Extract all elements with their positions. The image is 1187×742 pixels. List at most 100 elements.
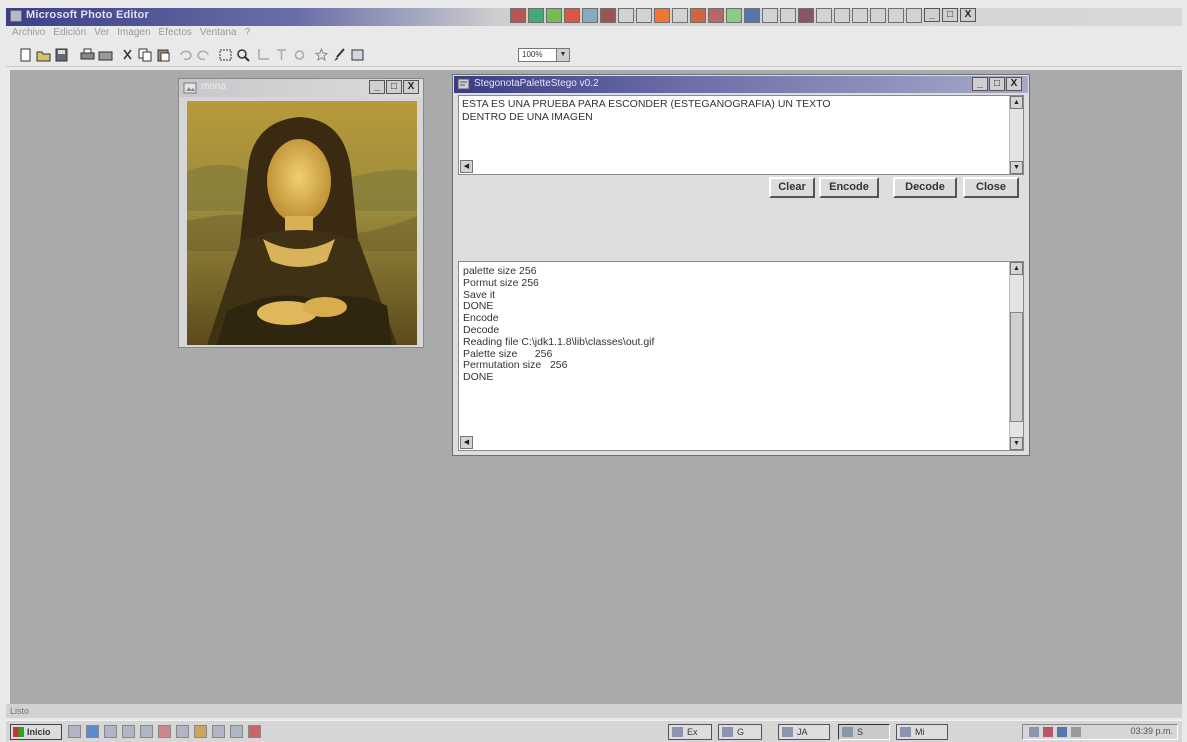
quicklaunch-icon[interactable]: [194, 725, 207, 738]
app-tool-icon[interactable]: [708, 8, 724, 23]
maximize-button[interactable]: □: [989, 77, 1005, 91]
close-button[interactable]: X: [1006, 77, 1022, 91]
minimize-button[interactable]: _: [369, 80, 385, 94]
properties-icon[interactable]: [350, 48, 365, 62]
app-tool-icon[interactable]: [654, 8, 670, 23]
app-tool-icon[interactable]: [546, 8, 562, 23]
app-tool-icon[interactable]: [906, 8, 922, 23]
scroll-up-icon[interactable]: ▲: [1010, 262, 1023, 275]
crop-icon[interactable]: [256, 48, 271, 62]
clear-button[interactable]: Clear: [769, 177, 815, 198]
quicklaunch-icon[interactable]: [140, 725, 153, 738]
taskbar-item[interactable]: Mi: [896, 724, 948, 740]
cut-icon[interactable]: [120, 48, 135, 62]
app-tool-icon[interactable]: [528, 8, 544, 23]
app-tool-icon[interactable]: [780, 8, 796, 23]
stego-window[interactable]: StegonotaPaletteStego v0.2 _ □ X ESTA ES…: [452, 74, 1030, 456]
menu-efectos[interactable]: Efectos: [159, 27, 192, 43]
scroll-up-icon[interactable]: ▲: [1010, 96, 1023, 109]
quicklaunch-icon[interactable]: [122, 725, 135, 738]
taskbar-item[interactable]: JA: [778, 724, 830, 740]
effects-icon[interactable]: [314, 48, 329, 62]
quicklaunch-icon[interactable]: [68, 725, 81, 738]
menu-ventana[interactable]: Ventana: [200, 27, 237, 43]
log-textarea[interactable]: palette size 256 Pormut size 256 Save it…: [458, 261, 1024, 451]
menu-ver[interactable]: Ver: [94, 27, 109, 43]
scroll-left-icon[interactable]: ◀: [460, 160, 473, 173]
scan-icon[interactable]: [98, 48, 113, 62]
zoom-select[interactable]: 100% ▼: [518, 48, 570, 62]
tray-icon[interactable]: [1057, 727, 1067, 737]
app-tool-icon[interactable]: [888, 8, 904, 23]
zoom-icon[interactable]: [236, 48, 251, 62]
close-app-button[interactable]: Close: [963, 177, 1019, 198]
app-tool-icon[interactable]: [870, 8, 886, 23]
volume-icon[interactable]: [1071, 727, 1081, 737]
app-tool-icon[interactable]: [564, 8, 580, 23]
tray-icon[interactable]: [1029, 727, 1039, 737]
select-icon[interactable]: [218, 48, 233, 62]
message-scrollbar[interactable]: ▲ ▼: [1009, 96, 1023, 174]
copy-icon[interactable]: [138, 48, 153, 62]
stego-window-title-bar[interactable]: StegonotaPaletteStego v0.2 _ □ X: [454, 76, 1028, 93]
text-icon[interactable]: [274, 48, 289, 62]
message-textarea[interactable]: ESTA ES UNA PRUEBA PARA ESCONDER (ESTEGA…: [458, 95, 1024, 175]
app-tool-icon[interactable]: [744, 8, 760, 23]
app-tool-icon[interactable]: [726, 8, 742, 23]
start-button[interactable]: Inicio: [10, 724, 62, 740]
image-window-title-bar[interactable]: mona _ □ X: [179, 79, 423, 97]
menu-help[interactable]: ?: [245, 27, 251, 43]
app-tool-icon[interactable]: [636, 8, 652, 23]
paste-icon[interactable]: [156, 48, 171, 62]
quicklaunch-icon[interactable]: [158, 725, 171, 738]
close-button[interactable]: X: [403, 80, 419, 94]
open-folder-icon[interactable]: [36, 48, 51, 62]
save-icon[interactable]: [54, 48, 69, 62]
log-lines: palette size 256 Pormut size 256 Save it…: [463, 265, 654, 384]
app-tool-icon[interactable]: [582, 8, 598, 23]
app-tool-icon[interactable]: [762, 8, 778, 23]
app-tool-icon[interactable]: [834, 8, 850, 23]
quicklaunch-icon[interactable]: [212, 725, 225, 738]
maximize-button[interactable]: □: [386, 80, 402, 94]
new-file-icon[interactable]: [18, 48, 33, 62]
app-tool-icon[interactable]: [618, 8, 634, 23]
brush-icon[interactable]: [332, 48, 347, 62]
app-tool-icon[interactable]: [852, 8, 868, 23]
app-tool-icon[interactable]: [672, 8, 688, 23]
scroll-down-icon[interactable]: ▼: [1010, 161, 1023, 174]
chevron-down-icon[interactable]: ▼: [556, 49, 569, 61]
menu-archivo[interactable]: Archivo: [12, 27, 45, 43]
app-tool-icon[interactable]: [600, 8, 616, 23]
minimize-button[interactable]: _: [924, 8, 940, 22]
quicklaunch-icon[interactable]: [86, 725, 99, 738]
decode-button[interactable]: Decode: [893, 177, 957, 198]
taskbar-item-active[interactable]: S: [838, 724, 890, 740]
taskbar-item[interactable]: G: [718, 724, 762, 740]
tray-icon[interactable]: [1043, 727, 1053, 737]
menu-edicion[interactable]: Edición: [53, 27, 86, 43]
app-tool-icon[interactable]: [690, 8, 706, 23]
scroll-left-icon[interactable]: ◀: [460, 436, 473, 449]
print-icon[interactable]: [80, 48, 95, 62]
rotate-icon[interactable]: [292, 48, 307, 62]
close-button[interactable]: X: [960, 8, 976, 22]
redo-icon[interactable]: [196, 48, 211, 62]
app-tool-icon[interactable]: [798, 8, 814, 23]
taskbar-item[interactable]: Ex: [668, 724, 712, 740]
quicklaunch-icon[interactable]: [248, 725, 261, 738]
log-scrollbar[interactable]: ▲ ▼: [1009, 262, 1023, 450]
scroll-down-icon[interactable]: ▼: [1010, 437, 1023, 450]
scroll-thumb[interactable]: [1010, 312, 1023, 422]
quicklaunch-icon[interactable]: [230, 725, 243, 738]
menu-imagen[interactable]: Imagen: [117, 27, 150, 43]
encode-button[interactable]: Encode: [819, 177, 879, 198]
maximize-button[interactable]: □: [942, 8, 958, 22]
quicklaunch-icon[interactable]: [176, 725, 189, 738]
app-tool-icon[interactable]: [816, 8, 832, 23]
undo-icon[interactable]: [178, 48, 193, 62]
minimize-button[interactable]: _: [972, 77, 988, 91]
app-tool-icon[interactable]: [510, 8, 526, 23]
image-window[interactable]: mona _ □ X: [178, 78, 424, 348]
quicklaunch-icon[interactable]: [104, 725, 117, 738]
